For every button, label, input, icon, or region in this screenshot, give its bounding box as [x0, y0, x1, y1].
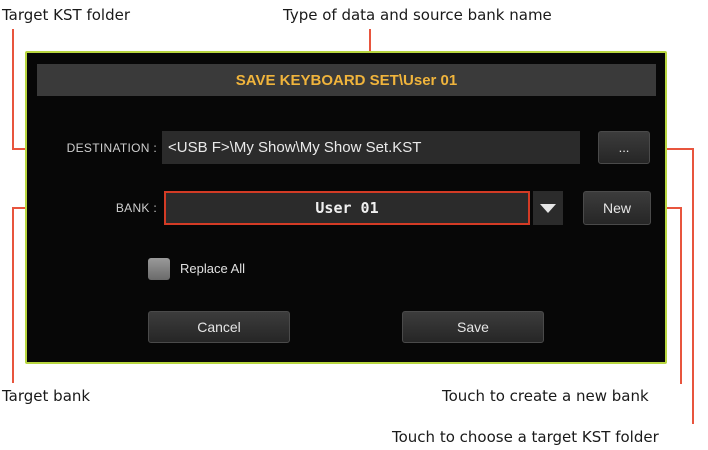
new-bank-button[interactable]: New	[583, 191, 651, 225]
browse-button[interactable]: ...	[598, 131, 650, 164]
callout-line	[12, 207, 14, 383]
callout-line	[692, 148, 694, 424]
bank-dropdown-button[interactable]	[533, 191, 563, 225]
callout-target-bank: Target bank	[2, 387, 91, 405]
destination-field[interactable]: <USB F>\My Show\My Show Set.KST	[162, 131, 580, 164]
replace-all-checkbox[interactable]	[148, 258, 170, 280]
destination-label: DESTINATION :	[66, 141, 157, 155]
dialog-title: SAVE KEYBOARD SET\User 01	[37, 64, 656, 96]
replace-all-label: Replace All	[180, 261, 246, 276]
callout-create-new-bank: Touch to create a new bank	[442, 387, 649, 405]
save-keyboard-set-dialog: SAVE KEYBOARD SET\User 01 DESTINATION : …	[25, 51, 667, 364]
bank-select[interactable]: User 01	[164, 191, 530, 225]
cancel-button[interactable]: Cancel	[148, 311, 290, 343]
chevron-down-icon	[540, 204, 556, 213]
callout-type-of-data: Type of data and source bank name	[283, 6, 552, 24]
bank-label: BANK :	[115, 201, 157, 215]
save-button[interactable]: Save	[402, 311, 544, 343]
callout-line	[12, 29, 14, 149]
callout-target-kst-folder: Target KST folder	[2, 6, 131, 24]
callout-choose-kst-folder: Touch to choose a target KST folder	[392, 428, 659, 446]
callout-line	[680, 207, 682, 384]
